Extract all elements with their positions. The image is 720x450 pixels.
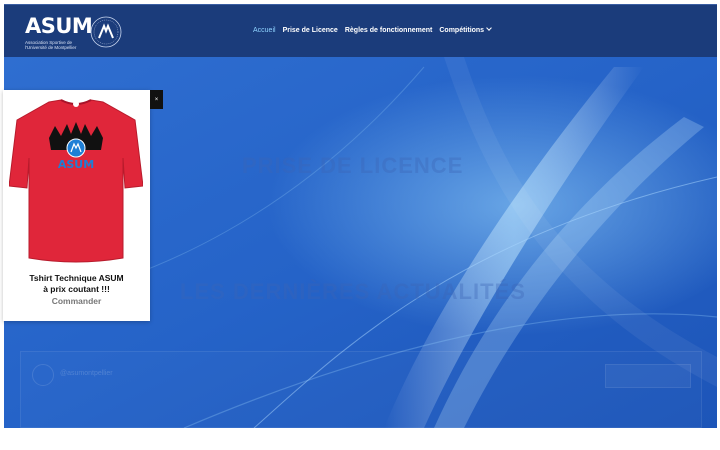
nav-item-competitions[interactable]: Compétitions	[439, 25, 492, 34]
site-header: ASUM Association Sportive de l'Universit…	[4, 4, 717, 57]
promo-title-line-1: Tshirt Technique ASUM	[29, 273, 124, 283]
order-link[interactable]: Commander	[3, 296, 150, 306]
svg-text:ASUM: ASUM	[58, 158, 94, 171]
promo-title: Tshirt Technique ASUM à prix coutant !!!	[3, 273, 150, 295]
tshirt-image[interactable]: ASUM	[9, 98, 143, 264]
actualites-heading: LES DERNIÈRES ACTUALITÉS	[180, 279, 526, 304]
prise-de-licence-heading: PRISE DE LICENCE	[242, 153, 464, 178]
main-nav: Accueil Prise de Licence Règles de fonct…	[253, 25, 492, 34]
nav-item-regles[interactable]: Règles de fonctionnement	[345, 27, 433, 34]
instagram-icon	[32, 364, 54, 386]
close-icon[interactable]: ×	[150, 90, 163, 109]
social-feed-widget: @asumontpellier	[20, 351, 702, 428]
chevron-down-icon	[486, 25, 492, 31]
site-logo-subtitle: Association Sportive de l'Université de …	[25, 40, 77, 50]
promo-popup: ASUM Tshirt Technique ASUM à prix coutan…	[3, 90, 150, 321]
university-emblem-icon	[90, 16, 122, 48]
promo-title-line-2: à prix coutant !!!	[43, 284, 110, 294]
nav-item-accueil[interactable]: Accueil	[253, 27, 276, 34]
nav-item-competitions-label: Compétitions	[439, 27, 485, 34]
social-handle[interactable]: @asumontpellier	[60, 370, 113, 377]
nav-item-prise-de-licence[interactable]: Prise de Licence	[283, 27, 338, 34]
site-logo[interactable]: ASUM	[25, 14, 93, 38]
follow-button[interactable]	[605, 364, 691, 388]
